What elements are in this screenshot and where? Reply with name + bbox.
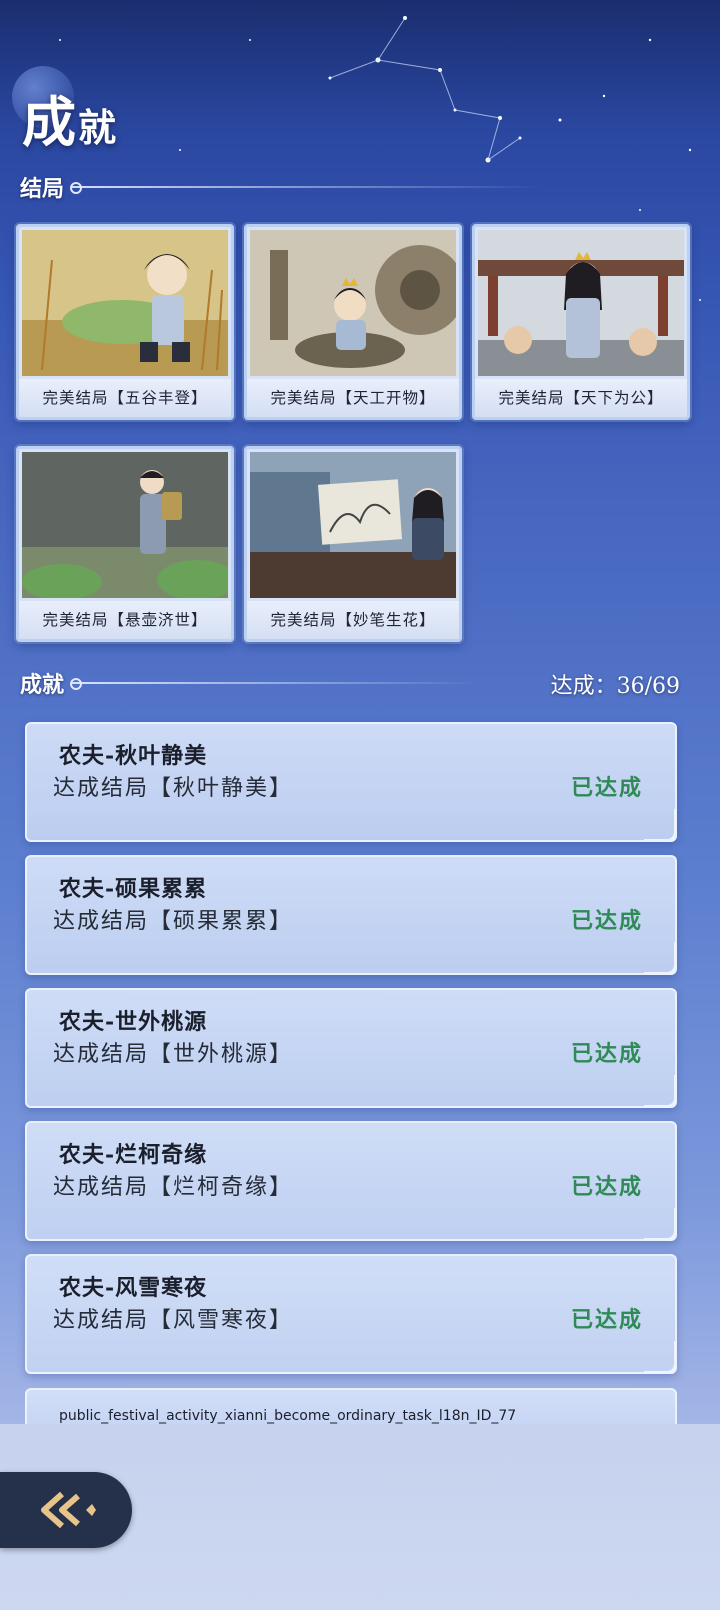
back-button[interactable] (0, 1472, 132, 1548)
ending-caption: 完美结局【天工开物】 (247, 379, 459, 417)
ending-illustration (478, 230, 684, 376)
achievement-status: 已达成 (570, 1307, 643, 1333)
achievement-item[interactable]: 农夫-风雪寒夜 达成结局【风雪寒夜】 已达成 (25, 1254, 677, 1374)
ending-card[interactable]: 完美结局【五谷丰登】 (16, 224, 234, 420)
achievement-item[interactable]: 农夫-硕果累累 达成结局【硕果累累】 已达成 (25, 855, 677, 975)
achievement-status: 已达成 (570, 1174, 643, 1200)
achievement-item[interactable]: 农夫-秋叶静美 达成结局【秋叶静美】 已达成 (25, 722, 677, 842)
achievement-item[interactable]: 农夫-烂柯奇缘 达成结局【烂柯奇缘】 已达成 (25, 1121, 677, 1241)
ending-illustration (22, 230, 228, 376)
ending-illustration (250, 230, 456, 376)
achievement-item-partial[interactable]: public_festival_activity_xianni_become_o… (25, 1388, 677, 1428)
achievement-desc: 达成结局【秋叶静美】 (53, 776, 294, 801)
achievement-status: 已达成 (570, 775, 643, 801)
achievement-status: 已达成 (570, 908, 643, 934)
endings-section-label: 结局 (20, 176, 65, 202)
ending-caption: 完美结局【妙笔生花】 (247, 601, 459, 639)
achievement-title: 农夫-风雪寒夜 (59, 1275, 208, 1301)
achievement-title: 农夫-世外桃源 (59, 1009, 208, 1035)
ending-card[interactable]: 完美结局【妙笔生花】 (244, 446, 462, 642)
ending-caption: 完美结局【悬壶济世】 (19, 601, 231, 639)
back-arrow-icon (41, 1491, 96, 1529)
achievements-section-label: 成就 (20, 672, 65, 698)
page-title-big: 成 (22, 90, 78, 154)
achievement-status: 已达成 (570, 1041, 643, 1067)
ending-caption: 完美结局【五谷丰登】 (19, 379, 231, 417)
achievement-desc: 达成结局【烂柯奇缘】 (53, 1175, 294, 1200)
endings-section-header: 结局 (20, 172, 543, 202)
achievement-title: 农夫-烂柯奇缘 (59, 1142, 208, 1168)
ending-card[interactable]: 完美结局【悬壶济世】 (16, 446, 234, 642)
achievement-item[interactable]: 农夫-世外桃源 达成结局【世外桃源】 已达成 (25, 988, 677, 1108)
ending-illustration (250, 452, 456, 598)
achievement-desc: 达成结局【世外桃源】 (53, 1042, 294, 1067)
achievement-progress: 达成：36/69 (550, 674, 680, 699)
section-divider (70, 678, 483, 690)
achievement-title: public_festival_activity_xianni_become_o… (59, 1408, 517, 1424)
achievement-title: 农夫-硕果累累 (59, 876, 208, 902)
ending-card[interactable]: 完美结局【天下为公】 (472, 224, 690, 420)
page-title-small: 就 (78, 105, 119, 150)
section-divider (70, 182, 543, 194)
achievement-desc: 达成结局【硕果累累】 (53, 909, 294, 934)
ending-caption: 完美结局【天下为公】 (475, 379, 687, 417)
page-title: 成就 (12, 64, 212, 154)
achievement-title: 农夫-秋叶静美 (59, 743, 208, 769)
ending-illustration (22, 452, 228, 598)
achievements-section-header: 成就 (20, 668, 483, 698)
ending-card[interactable]: 完美结局【天工开物】 (244, 224, 462, 420)
achievement-desc: 达成结局【风雪寒夜】 (53, 1308, 294, 1333)
